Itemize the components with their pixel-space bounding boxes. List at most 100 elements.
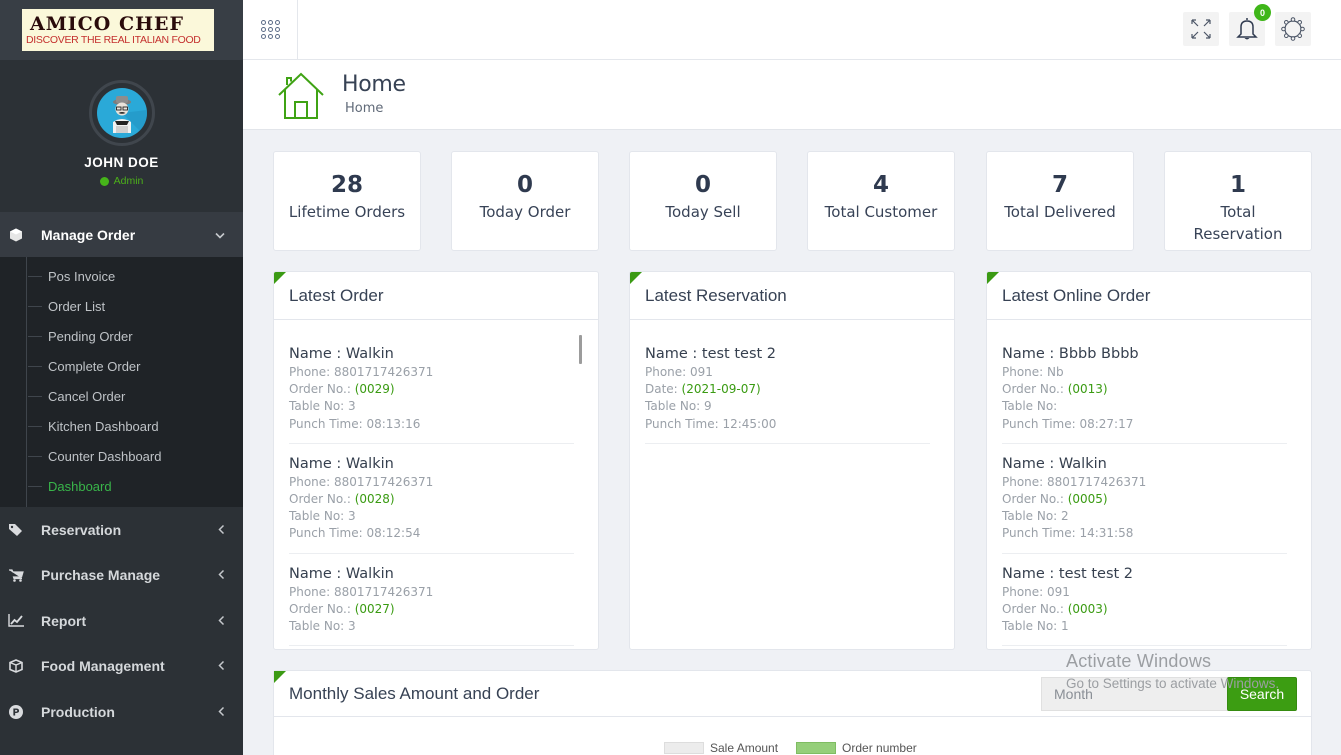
stat-value: 7 [987, 172, 1133, 198]
sidebar-item-production[interactable]: P Production [0, 689, 243, 735]
list-item[interactable]: Name : Walkin Phone: 8801717426371 Order… [289, 564, 574, 647]
stat-card-total-reservation: 1 Total Reservation [1164, 151, 1312, 251]
apps-grid-icon [261, 20, 280, 39]
notifications-button[interactable]: 0 [1229, 12, 1265, 46]
entry-order-no: Order No.: (0003) [1002, 601, 1287, 618]
entry-phone: Phone: 8801717426371 [289, 474, 574, 491]
stat-label: Total Delivered [987, 201, 1133, 223]
sidebar-subitem-pos-invoice[interactable]: Pos Invoice [0, 261, 243, 291]
chart-line-icon [8, 613, 24, 629]
stat-value: 4 [808, 172, 954, 198]
entry-order-no: Order No.: (0005) [1002, 491, 1287, 508]
chevron-left-icon [218, 613, 225, 628]
order-no-value: (0013) [1068, 382, 1108, 396]
order-no-label: Order No.: [289, 602, 355, 616]
scrollbar-thumb[interactable] [579, 335, 582, 364]
month-input[interactable]: Month [1041, 677, 1229, 711]
entry-punch-time: Punch Time: 12:45:00 [645, 416, 930, 433]
entry-table: Table No: 1 [1002, 618, 1287, 635]
sidebar-subitem-dashboard[interactable]: Dashboard [0, 471, 243, 501]
panel-corner-accent [630, 272, 642, 284]
list-item[interactable]: Name : Walkin Phone: 8801717426371 Order… [289, 344, 574, 444]
sidebar-item-report[interactable]: Report [0, 598, 243, 644]
brand-name: AMICO CHEF [26, 14, 214, 34]
stat-label: Total Customer [808, 201, 954, 223]
stat-card-today-sell: 0 Today Sell [629, 151, 777, 251]
order-no-label: Order No.: [289, 382, 355, 396]
topbar: 0 [243, 0, 1341, 60]
page-header: Home Home [243, 60, 1341, 130]
order-no-value: (0005) [1068, 492, 1108, 506]
panel-corner-accent [274, 671, 286, 683]
svg-text:P: P [13, 707, 20, 718]
list-item[interactable]: Name : test test 2 Phone: 091 Date: (202… [645, 344, 930, 444]
entry-phone: Phone: 8801717426371 [1002, 474, 1287, 491]
list-item[interactable]: Name : Walkin Phone: 8801717426371 Order… [1002, 454, 1287, 554]
panel-title: Latest Online Order [987, 272, 1311, 320]
cube-icon [8, 227, 24, 243]
entry-name: Name : Walkin [289, 564, 574, 584]
legend-swatch-sale-amount [664, 742, 704, 754]
logo-bar: AMICO CHEF DISCOVER THE REAL ITALIAN FOO… [0, 0, 243, 60]
search-button[interactable]: Search [1227, 677, 1297, 711]
menu-manage-order: Manage Order Pos Invoice Order List Pend… [0, 212, 243, 507]
chef-avatar-icon [97, 88, 147, 138]
sidebar-subitem-pending-order[interactable]: Pending Order [0, 321, 243, 351]
sidebar-item-reservation[interactable]: Reservation [0, 507, 243, 553]
order-no-label: Order No.: [1002, 382, 1068, 396]
entry-name: Name : Bbbb Bbbb [1002, 344, 1287, 364]
entry-name: Name : test test 2 [1002, 564, 1287, 584]
breadcrumb[interactable]: Home [345, 101, 383, 116]
order-no-value: (0029) [355, 382, 395, 396]
order-no-label: Order No.: [1002, 602, 1068, 616]
avatar[interactable] [97, 88, 147, 138]
entry-name: Name : test test 2 [645, 344, 930, 364]
chevron-left-icon [218, 704, 225, 719]
sidebar-subitem-cancel-order[interactable]: Cancel Order [0, 381, 243, 411]
stat-card-total-customer: 4 Total Customer [807, 151, 955, 251]
panel-title: Latest Reservation [630, 272, 954, 320]
latest-order-panel: Latest Order Name : Walkin Phone: 880171… [273, 271, 599, 650]
page-title: Home [342, 72, 406, 97]
apps-grid-button[interactable] [243, 0, 298, 59]
box-icon [8, 658, 24, 674]
notification-count-badge: 0 [1254, 4, 1271, 21]
settings-button[interactable] [1275, 12, 1311, 46]
sidebar-subitem-complete-order[interactable]: Complete Order [0, 351, 243, 381]
entry-table: Table No: 2 [1002, 508, 1287, 525]
settings-gear-icon [1280, 16, 1306, 42]
date-label: Date: [645, 382, 682, 396]
list-item[interactable]: Name : Walkin Phone: 8801717426371 Order… [289, 454, 574, 554]
sidebar-item-manage-order[interactable]: Manage Order [0, 212, 243, 257]
sidebar-item-purchase-manage[interactable]: Purchase Manage [0, 553, 243, 599]
entry-phone: Phone: 091 [645, 364, 930, 381]
fullscreen-button[interactable] [1183, 12, 1219, 46]
sidebar-subitem-order-list[interactable]: Order List [0, 291, 243, 321]
entry-punch-time: Punch Time: 14:31:58 [1002, 525, 1287, 542]
brand-logo[interactable]: AMICO CHEF DISCOVER THE REAL ITALIAN FOO… [22, 9, 214, 51]
stat-card-lifetime-orders: 28 Lifetime Orders [273, 151, 421, 251]
user-name: JOHN DOE [84, 155, 159, 170]
user-role: Admin [100, 175, 144, 187]
latest-reservation-list[interactable]: Name : test test 2 Phone: 091 Date: (202… [630, 320, 954, 444]
latest-online-order-list[interactable]: Name : Bbbb Bbbb Phone: Nb Order No.: (0… [987, 320, 1311, 646]
entry-order-no: Order No.: (0027) [289, 601, 574, 618]
list-item[interactable]: Name : test test 2 Phone: 091 Order No.:… [1002, 564, 1287, 647]
sidebar-subitem-kitchen-dashboard[interactable]: Kitchen Dashboard [0, 411, 243, 441]
panel-corner-accent [987, 272, 999, 284]
latest-order-list[interactable]: Name : Walkin Phone: 8801717426371 Order… [274, 320, 598, 646]
entry-name: Name : Walkin [289, 344, 574, 364]
user-profile: JOHN DOE Admin [0, 60, 243, 212]
sidebar-item-label: Report [41, 613, 86, 629]
sidebar: AMICO CHEF DISCOVER THE REAL ITALIAN FOO… [0, 0, 243, 755]
legend-label-order-number: Order number [842, 741, 917, 755]
order-no-value: (0027) [355, 602, 395, 616]
order-no-value: (0003) [1068, 602, 1108, 616]
date-value: (2021-09-07) [682, 382, 761, 396]
tag-icon [8, 522, 24, 538]
sidebar-item-food-management[interactable]: Food Management [0, 644, 243, 690]
entry-punch-time: Punch Time: 08:12:54 [289, 525, 574, 542]
sidebar-subitem-counter-dashboard[interactable]: Counter Dashboard [0, 441, 243, 471]
list-item[interactable]: Name : Bbbb Bbbb Phone: Nb Order No.: (0… [1002, 344, 1287, 444]
menu-collapsed-groups: Reservation Purchase Manage Report [0, 507, 243, 735]
